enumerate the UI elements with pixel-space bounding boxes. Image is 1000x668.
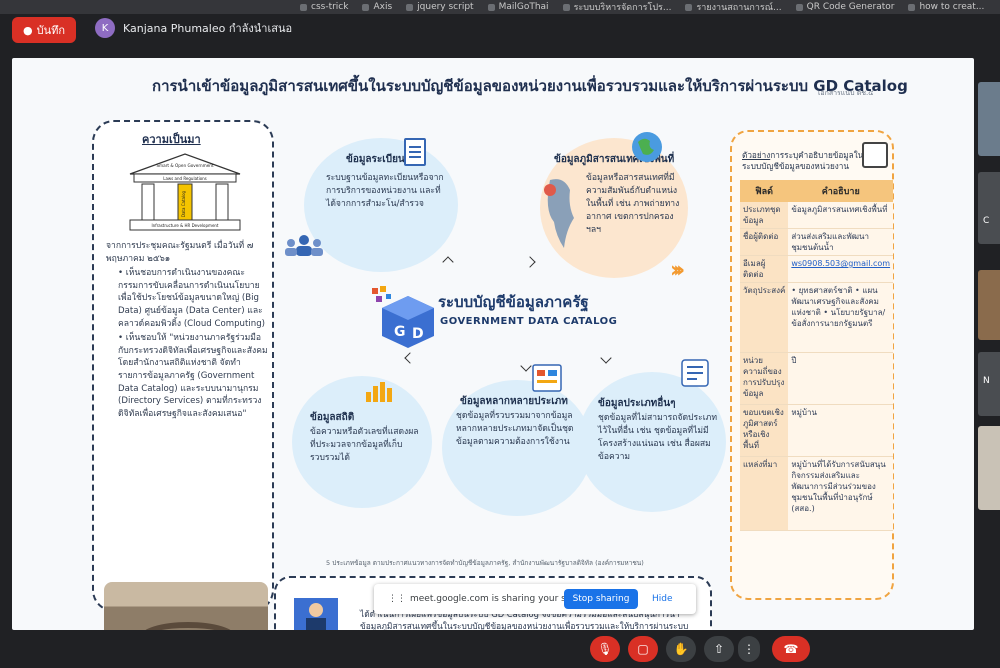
table-row: หน่วยความถี่ของการปรับปรุงข้อมูล ปี xyxy=(740,352,894,405)
meet-top-bar: ● บันทึก K Kanjana Phumaleo กำลังนำเสนอ xyxy=(0,14,1000,46)
more-vert-icon: ⋮ xyxy=(743,642,755,656)
mic-off-icon: 🎙 xyxy=(597,642,613,656)
bookmark-icon xyxy=(908,3,916,11)
participant-tile[interactable] xyxy=(978,270,1000,340)
bar-chart-icon xyxy=(366,382,392,402)
raise-hand-button[interactable]: ✋ xyxy=(666,636,696,662)
people-icon xyxy=(285,235,323,256)
building-label: Data Catalog xyxy=(181,190,186,217)
camera-off-icon: ▢ xyxy=(637,642,649,656)
bookmark-icon xyxy=(406,3,414,11)
bookmark-qr-code[interactable]: QR Code Generator xyxy=(795,2,894,12)
gd-catalog-logo: G D xyxy=(372,286,434,348)
table-row: อีเมลผู้ติดต่อ ws0908.503@gmail.com xyxy=(740,255,894,283)
table-row: ประเภทชุดข้อมูล ข้อมูลภูมิสารสนเทศเชิงพื้… xyxy=(740,202,894,229)
presenter-person-icon xyxy=(294,598,338,630)
document-icon xyxy=(404,138,426,166)
table-row: ขอบเขตเชิงภูมิศาสตร์หรือเชิงพื้นที่ หมู่บ… xyxy=(740,404,894,457)
meeting-room-photo xyxy=(104,582,268,630)
slide-caption: 5 ประเภทข้อมูล ตามประกาศแนวทางการจัดทำบั… xyxy=(326,559,644,567)
screen-share-notification: ⋮⋮ meet.google.com is sharing your scree… xyxy=(374,584,696,614)
svg-text:D: D xyxy=(412,326,424,342)
bookmark-icon xyxy=(795,3,803,11)
globe-icon xyxy=(632,132,662,162)
bookmark-how-to[interactable]: how to creat... xyxy=(908,2,984,12)
stats-data-circle: ข้อมูลสถิติ ข้อความหรือตัวเลขที่แสดงผลที… xyxy=(292,376,432,508)
background-panel: ความเป็นมา Smart & Open Government Laws … xyxy=(92,120,274,630)
building-label: Laws and Regulations xyxy=(163,176,207,181)
background-heading: ความเป็นมา xyxy=(142,133,201,146)
example-heading: ตัวอย่างการระบุคำอธิบายข้อมูลในระบบบัญชี… xyxy=(742,150,864,171)
registry-data-circle: ข้อมูลระเบียน ระบบฐานข้อมูลทะเบียนหรือจา… xyxy=(304,138,458,272)
arrow-icon xyxy=(524,256,536,268)
more-options-button[interactable]: ⋮ xyxy=(738,636,760,662)
hand-icon: ✋ xyxy=(673,642,689,656)
microphone-off-button[interactable]: 🎙 xyxy=(590,636,620,662)
dashboard-icon xyxy=(532,364,562,392)
multi-data-circle: ข้อมูลหลากหลายประเภท ชุดข้อมูลที่รวบรวมม… xyxy=(442,380,592,516)
svg-text:G: G xyxy=(394,324,406,340)
catalog-subtitle: GOVERNMENT DATA CATALOG xyxy=(440,316,618,327)
arrow-icon xyxy=(520,360,532,372)
avatar: K xyxy=(95,18,115,38)
drag-handle-icon[interactable]: ⋮⋮ xyxy=(388,594,406,604)
record-icon: ● xyxy=(22,23,33,37)
bookmark-css-trick[interactable]: css-trick xyxy=(300,2,348,12)
table-header: ฟิลด์ xyxy=(740,180,789,202)
bookmark-icon xyxy=(685,3,693,11)
table-row: วัตถุประสงค์ • ยุทธศาสตร์ชาติ • แผนพัฒนาเ… xyxy=(740,282,894,353)
chevron-right-icon: ››› xyxy=(670,258,685,283)
record-button[interactable]: ● บันทึก xyxy=(12,17,76,43)
list-icon xyxy=(681,359,709,387)
presenter-info: K Kanjana Phumaleo กำลังนำเสนอ xyxy=(95,18,292,38)
present-icon: ⇧ xyxy=(713,642,725,656)
building-label: Smart & Open Government xyxy=(156,163,214,168)
meet-control-bar: 🎙 ▢ ✋ ⇧ ⋮ ☎ xyxy=(0,630,1000,668)
present-button[interactable]: ⇧ xyxy=(704,636,734,662)
slide-title: การนำเข้าข้อมูลภูมิสารสนเทศขึ้นในระบบบัญ… xyxy=(152,77,908,95)
leave-call-button[interactable]: ☎ xyxy=(772,636,810,662)
participant-tile[interactable]: C xyxy=(978,172,1000,244)
building-label: Infrastructure & HR Development xyxy=(151,223,218,228)
bookmark-axis[interactable]: Axis xyxy=(362,2,392,12)
presenter-name: Kanjana Phumaleo กำลังนำเสนอ xyxy=(123,22,293,35)
bookmark-mailgothai[interactable]: MailGoThai xyxy=(487,2,549,12)
participant-tile[interactable] xyxy=(978,426,1000,510)
catalog-title: ระบบบัญชีข้อมูลภาครัฐ xyxy=(438,293,589,311)
bookmark-jquery-script[interactable]: jquery script xyxy=(406,2,474,12)
metadata-table: ฟิลด์ คำอธิบาย ประเภทชุดข้อมูล ข้อมูลภูมิ… xyxy=(740,180,894,531)
phone-hangup-icon: ☎ xyxy=(783,642,799,656)
participant-tile[interactable]: N xyxy=(978,352,1000,416)
form-pencil-icon xyxy=(862,142,888,168)
bookmark-icon xyxy=(562,3,570,11)
bookmark-report[interactable]: รายงานสถานการณ์... xyxy=(685,0,782,14)
contact-email-link[interactable]: ws0908.503@gmail.com xyxy=(788,255,894,283)
government-building-icon: Smart & Open Government Laws and Regulat… xyxy=(129,153,241,231)
arrow-icon xyxy=(442,256,454,268)
stop-sharing-button[interactable]: Stop sharing xyxy=(564,589,638,609)
bookmark-icon xyxy=(300,3,307,11)
participant-tile[interactable] xyxy=(978,82,1000,156)
background-text: จากการประชุมคณะรัฐมนตรี เมื่อวันที่ ๗ พฤ… xyxy=(106,241,268,419)
bookmark-system[interactable]: ระบบบริหารจัดการโปร... xyxy=(562,0,671,14)
slide-ref-note: เอกสารแนบ ตช.๔ xyxy=(818,89,874,97)
other-data-circle: ข้อมูลประเภทอื่นๆ ชุดข้อมูลที่ไม่สามารถจ… xyxy=(578,372,726,512)
map-pin-icon xyxy=(544,179,574,248)
table-header: คำอธิบาย xyxy=(788,180,894,202)
bookmark-icon xyxy=(487,3,495,11)
browser-bookmarks-bar: css-trick Axis jquery script MailGoThai … xyxy=(0,0,1000,14)
table-row: ชื่อผู้ติดต่อ ส่วนส่งเสริมและพัฒนาชุมชนต้… xyxy=(740,228,894,256)
bookmark-icon xyxy=(362,3,370,11)
camera-off-button[interactable]: ▢ xyxy=(628,636,658,662)
hide-button[interactable]: Hide xyxy=(652,589,673,609)
shared-screen-slide: การนำเข้าข้อมูลภูมิสารสนเทศขึ้นในระบบบัญ… xyxy=(12,58,974,630)
arrow-icon xyxy=(600,352,612,364)
participant-thumbnails: C N xyxy=(978,80,1000,520)
example-panel: ตัวอย่างการระบุคำอธิบายข้อมูลในระบบบัญชี… xyxy=(730,130,894,600)
table-row: แหล่งที่มา หมู่บ้านที่ได้รับการสนับสนุนกิ… xyxy=(740,456,894,531)
